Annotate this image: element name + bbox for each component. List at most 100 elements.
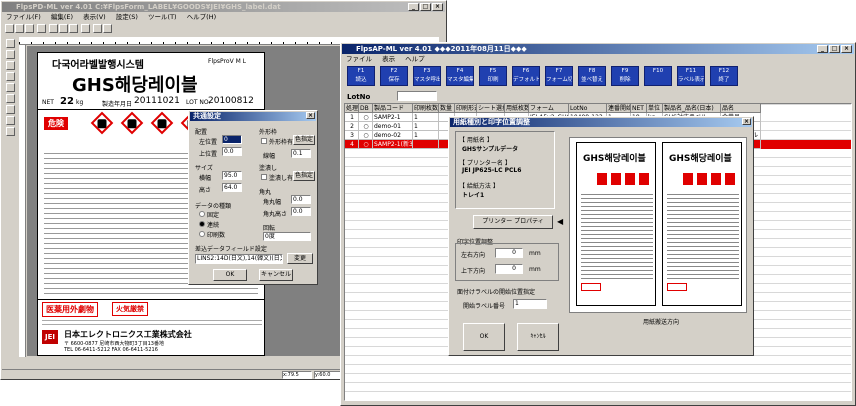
fkey-button-7[interactable]: F7 フォーム切替 <box>545 66 573 86</box>
table-cell[interactable]: SAMP2-1(新3) <box>373 140 413 149</box>
table-cell[interactable]: demo-02 <box>373 131 413 140</box>
grid-header-cell[interactable]: 製品コード <box>373 104 413 113</box>
menu-edit[interactable]: 編集(E) <box>51 13 73 21</box>
text-tool-icon[interactable] <box>6 50 15 59</box>
grid-header-cell[interactable]: フォーム <box>529 104 569 113</box>
fkey-button-10[interactable]: F10 <box>644 66 672 86</box>
grid-header-cell[interactable]: 用紙枚数 <box>505 104 529 113</box>
fkey-button-8[interactable]: F8 並べ替え <box>578 66 606 86</box>
settings-cancel-button[interactable]: キャンセル <box>259 269 293 281</box>
corner-h-input[interactable]: 0.0 <box>291 207 311 216</box>
table-cell[interactable]: ○ <box>359 122 373 131</box>
type-radio-fixed[interactable] <box>199 211 205 217</box>
fkey-button-9[interactable]: F9 削除 <box>611 66 639 86</box>
grid-header-cell[interactable]: シート選択 <box>477 104 505 113</box>
grid-header-cell[interactable]: 処理 <box>345 104 359 113</box>
grid-header-cell[interactable]: LotNo <box>569 104 607 113</box>
settings-ok-button[interactable]: OK <box>213 269 247 281</box>
dialog-close-button[interactable]: × <box>306 112 315 119</box>
print-cancel-button[interactable]: ｷｬﾝｾﾙ <box>517 323 559 351</box>
zoom-icon[interactable] <box>93 24 102 33</box>
fkey-button-11[interactable]: F11 ラベル表示 <box>677 66 705 86</box>
table-cell[interactable]: 4 <box>345 140 359 149</box>
menu-view[interactable]: 表示(V) <box>83 13 106 21</box>
type-radio-serial[interactable] <box>199 221 205 227</box>
ellipse-tool-icon[interactable] <box>6 83 15 92</box>
width-input[interactable]: 95.0 <box>222 171 242 180</box>
bg-checkbox[interactable] <box>261 174 267 180</box>
top-pos-input[interactable]: 0.0 <box>222 147 242 156</box>
grid-header-cell[interactable]: 印刷枚数 <box>413 104 439 113</box>
menu-tools[interactable]: ツール(T) <box>148 13 177 21</box>
corner-w-input[interactable]: 0.0 <box>291 195 311 204</box>
open-icon[interactable] <box>15 24 24 33</box>
print-icon[interactable] <box>37 24 46 33</box>
field-input[interactable]: LINS2:14D(日文),14(韓文)(日文) <box>195 254 283 264</box>
line-width-input[interactable]: 0.1 <box>291 149 311 158</box>
table-cell[interactable]: demo-01 <box>373 122 413 131</box>
issuer-maximize-button[interactable]: □ <box>829 45 840 53</box>
grid-header-cell[interactable]: 品名 <box>721 104 761 113</box>
table-cell[interactable]: ○ <box>359 131 373 140</box>
table-cell[interactable] <box>413 140 439 149</box>
fkey-button-5[interactable]: F5 印刷 <box>479 66 507 86</box>
table-cell[interactable]: ○ <box>359 113 373 122</box>
issuer-menu-help[interactable]: ヘルプ <box>405 55 425 63</box>
issuer-close-button[interactable]: × <box>841 45 852 53</box>
table-cell[interactable]: 2 <box>345 122 359 131</box>
grid-header-cell[interactable]: 製品名_品名(日本) <box>663 104 721 113</box>
table-cell[interactable]: 1 <box>413 131 439 140</box>
bg-color-button[interactable]: 色指定 <box>293 171 315 181</box>
menu-help[interactable]: ヘルプ(H) <box>187 13 216 21</box>
fkey-button-1[interactable]: F1 読込 <box>347 66 375 86</box>
grid-icon[interactable] <box>103 24 112 33</box>
print-dialog-close-button[interactable]: × <box>742 118 751 125</box>
new-icon[interactable] <box>5 24 14 33</box>
outer-color-button[interactable]: 色指定 <box>293 135 315 145</box>
pointer-tool-icon[interactable] <box>6 39 15 48</box>
ud-input[interactable]: 0 <box>495 264 523 274</box>
table-tool-icon[interactable] <box>6 116 15 125</box>
issuer-menu-file[interactable]: ファイル <box>346 55 372 63</box>
table-cell[interactable]: ○ <box>359 140 373 149</box>
change-button[interactable]: 変更 <box>287 253 313 264</box>
rect-tool-icon[interactable] <box>6 72 15 81</box>
minimize-button[interactable]: _ <box>408 3 419 11</box>
fkey-button-3[interactable]: F3 マスタ呼出 <box>413 66 441 86</box>
table-cell[interactable]: 1 <box>345 113 359 122</box>
grid-header-cell[interactable]: NET <box>631 104 647 113</box>
grid-header-cell[interactable]: 印刷形式 <box>455 104 477 113</box>
field-tool-icon[interactable] <box>6 127 15 136</box>
left-pos-input[interactable]: 0 <box>222 135 242 144</box>
issuer-menu-view[interactable]: 表示 <box>382 55 395 63</box>
barcode-tool-icon[interactable] <box>6 105 15 114</box>
grid-header-cell[interactable]: DB <box>359 104 373 113</box>
menu-settings[interactable]: 設定(S) <box>116 13 138 21</box>
close-button[interactable]: × <box>432 3 443 11</box>
line-tool-icon[interactable] <box>6 61 15 70</box>
grid-header-cell[interactable]: 単位 <box>647 104 663 113</box>
table-cell[interactable]: 1 <box>413 113 439 122</box>
paste-icon[interactable] <box>69 24 78 33</box>
copy-icon[interactable] <box>59 24 68 33</box>
printer-properties-button[interactable]: プリンター プロパティ <box>473 215 553 229</box>
menu-file[interactable]: ファイル(F) <box>6 13 41 21</box>
maximize-button[interactable]: □ <box>420 3 431 11</box>
rotate-select[interactable]: 0度 <box>263 232 311 241</box>
outer-checkbox[interactable] <box>261 138 267 144</box>
grid-header-cell[interactable]: 連番開始 <box>607 104 631 113</box>
print-ok-button[interactable]: OK <box>463 323 505 351</box>
table-cell[interactable]: SAMP2-1 <box>373 113 413 122</box>
cut-icon[interactable] <box>49 24 58 33</box>
fkey-button-4[interactable]: F4 マスタ編集 <box>446 66 474 86</box>
grid-header-cell[interactable]: 数量 <box>439 104 455 113</box>
image-tool-icon[interactable] <box>6 94 15 103</box>
table-cell[interactable]: 3 <box>345 131 359 140</box>
fkey-button-12[interactable]: F12 終了 <box>710 66 738 86</box>
issuer-minimize-button[interactable]: _ <box>817 45 828 53</box>
table-cell[interactable]: 1 <box>413 122 439 131</box>
start-input[interactable]: 1 <box>513 299 547 309</box>
fkey-button-6[interactable]: F6 デフォルトﾃﾞｰﾀ <box>512 66 540 86</box>
lotno-input[interactable] <box>397 91 437 101</box>
type-radio-print-count[interactable] <box>199 231 205 237</box>
